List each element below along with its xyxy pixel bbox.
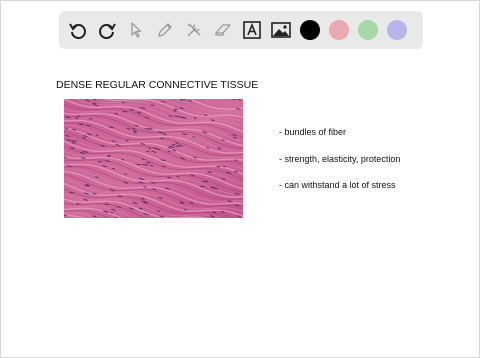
pointer-icon bbox=[130, 22, 141, 38]
undo-icon bbox=[68, 23, 86, 39]
image-icon bbox=[270, 22, 291, 38]
undo-button[interactable] bbox=[63, 15, 92, 45]
color-green-button[interactable] bbox=[353, 15, 382, 45]
color-swatch-green bbox=[357, 20, 378, 40]
color-purple-button[interactable] bbox=[382, 15, 411, 45]
eraser-icon bbox=[214, 24, 231, 36]
tools-button[interactable] bbox=[179, 15, 208, 45]
pen-button[interactable] bbox=[150, 15, 179, 45]
drawing-toolbar bbox=[59, 11, 423, 49]
color-pink-button[interactable] bbox=[324, 15, 353, 45]
text-icon bbox=[242, 21, 261, 39]
tools-icon bbox=[187, 23, 200, 37]
image-button[interactable] bbox=[266, 15, 295, 45]
note-item: - strength, elasticity, protection bbox=[279, 153, 401, 164]
text-button[interactable] bbox=[237, 15, 266, 45]
note-item: - can withstand a lot of stress bbox=[279, 180, 396, 190]
eraser-button[interactable] bbox=[208, 15, 237, 45]
notes-list: - bundles of fiber - strength, elasticit… bbox=[279, 127, 400, 207]
slide-title: DENSE REGULAR CONNECTIVE TISSUE bbox=[56, 79, 259, 91]
whiteboard-canvas[interactable]: DENSE REGULAR CONNECTIVE TISSUE - bundle… bbox=[0, 0, 480, 358]
redo-button[interactable] bbox=[92, 15, 121, 45]
tissue-micrograph-image bbox=[64, 99, 243, 218]
select-button[interactable] bbox=[121, 15, 150, 45]
color-black-button[interactable] bbox=[295, 15, 324, 45]
color-swatch-purple bbox=[386, 20, 407, 40]
note-item: - bundles of fiber bbox=[279, 127, 347, 137]
redo-icon bbox=[98, 23, 116, 39]
color-swatch-pink bbox=[328, 20, 349, 40]
color-swatch-black bbox=[299, 20, 320, 40]
pen-icon bbox=[157, 23, 172, 37]
